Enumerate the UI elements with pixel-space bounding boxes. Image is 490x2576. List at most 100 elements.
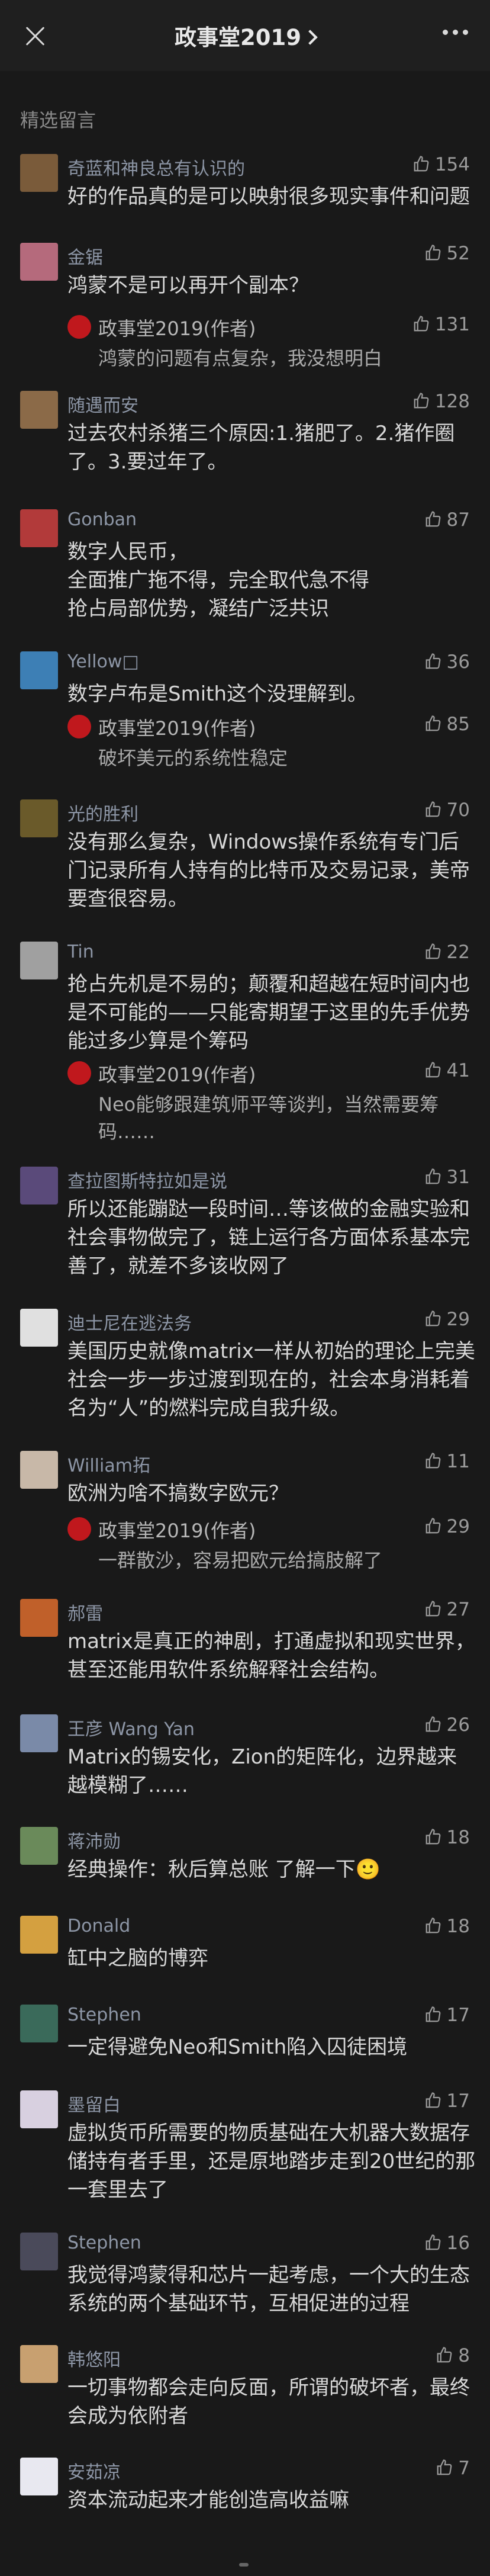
reply-like-button[interactable]: 29 (424, 1516, 470, 1537)
avatar[interactable] (20, 1451, 58, 1489)
like-button[interactable]: 17 (424, 2090, 470, 2112)
comment-text: 我觉得鸿蒙得和芯片一起考虑，一个大的生态系统的两个基础环节，互相促进的过程 (67, 2263, 470, 2315)
comment-author[interactable]: 奇蓝和神良总有认识的 (67, 154, 245, 180)
comment-text: 鸿蒙不是可以再开个副本？ (67, 274, 309, 297)
like-button[interactable]: 36 (424, 651, 470, 673)
like-button[interactable]: 70 (424, 799, 470, 821)
reply-like-button[interactable]: 41 (424, 1060, 470, 1081)
more-icon[interactable] (443, 30, 469, 37)
thumbs-up-icon (424, 510, 442, 528)
like-button[interactable]: 8 (436, 2345, 470, 2366)
like-button[interactable]: 154 (412, 154, 470, 175)
comment-author[interactable]: 郝雷 (67, 1599, 103, 1625)
thumbs-up-icon (424, 1600, 442, 1618)
avatar[interactable] (20, 1714, 58, 1752)
reply-like-count: 29 (446, 1516, 470, 1537)
avatar[interactable] (20, 1827, 58, 1865)
thumbs-up-icon (424, 1917, 442, 1935)
comment-text: 所以还能蹦跶一段时间…等该做的金融实验和社会事物做完了，链上运行各方面体系基本完… (67, 1197, 470, 1278)
comment-author[interactable]: 王彦 Wang Yan (67, 1714, 195, 1740)
like-count: 70 (446, 799, 470, 821)
thumbs-up-icon (424, 2234, 442, 2251)
comment-author[interactable]: 光的胜利 (67, 799, 138, 826)
like-button[interactable]: 29 (424, 1309, 470, 1330)
avatar[interactable] (20, 154, 58, 192)
comment-author[interactable]: 韩悠阳 (67, 2345, 121, 2371)
like-button[interactable]: 87 (424, 509, 470, 531)
reply-like-button[interactable]: 85 (424, 714, 470, 735)
author-avatar (67, 1517, 91, 1541)
thumbs-up-icon (436, 2346, 453, 2364)
comment-author[interactable]: 迪士尼在逃法务 (67, 1309, 192, 1335)
like-button[interactable]: 22 (424, 942, 470, 963)
comment-author[interactable]: 蒋沛勋 (67, 1827, 121, 1853)
avatar[interactable] (20, 799, 58, 837)
reply-like-count: 85 (446, 714, 470, 735)
reply-author: 政事堂2019(作者) (98, 317, 256, 340)
thumbs-up-icon (424, 1716, 442, 1733)
comment-author[interactable]: Tin (67, 942, 94, 962)
avatar[interactable] (20, 2090, 58, 2128)
like-button[interactable]: 11 (424, 1451, 470, 1472)
like-count: 22 (446, 942, 470, 963)
like-button[interactable]: 18 (424, 1827, 470, 1848)
thumbs-up-icon (412, 392, 430, 410)
avatar[interactable] (20, 651, 58, 689)
thumbs-up-icon (424, 1452, 442, 1470)
reply-text: Neo能够跟建筑师平等谈判，当然需要筹码…… (98, 1093, 439, 1143)
comment-author[interactable]: Stephen (67, 2233, 141, 2253)
comment-author[interactable]: 金锯 (67, 243, 103, 269)
like-button[interactable]: 18 (424, 1916, 470, 1937)
comment-author[interactable]: Donald (67, 1916, 130, 1936)
comment-text: 虚拟货币所需要的物质基础在大机器大数据存储持有者手里，还是原地踏步走到20世纪的… (67, 2121, 476, 2202)
like-button[interactable]: 17 (424, 2005, 470, 2026)
comment-author[interactable]: 查拉图斯特拉如是说 (67, 1167, 227, 1193)
chevron-right-icon (302, 30, 318, 45)
reply-author: 政事堂2019(作者) (98, 1064, 256, 1086)
avatar[interactable] (20, 1599, 58, 1637)
comment-author[interactable]: 墨留白 (67, 2090, 121, 2116)
like-button[interactable]: 16 (424, 2233, 470, 2254)
page-title[interactable]: 政事堂2019 (0, 20, 490, 52)
title-text: 政事堂2019 (175, 25, 301, 50)
comment-author[interactable]: 安茹凉 (67, 2458, 121, 2484)
comment-text: Matrix的锡安化，Zion的矩阵化，边界越来越模糊了…… (67, 1745, 457, 1797)
avatar[interactable] (20, 2458, 58, 2495)
avatar[interactable] (20, 2233, 58, 2270)
reply-like-button[interactable]: 131 (412, 314, 470, 335)
avatar[interactable] (20, 1167, 58, 1205)
comment-author[interactable]: William拓 (67, 1451, 150, 1477)
comment-author[interactable]: Stephen (67, 2005, 141, 2025)
reply-text: 鸿蒙的问题有点复杂，我没想明白 (98, 347, 383, 370)
avatar[interactable] (20, 391, 58, 429)
like-button[interactable]: 26 (424, 1714, 470, 1736)
comment-author[interactable]: 随遇而安 (67, 391, 138, 417)
thumbs-up-icon (424, 715, 442, 733)
avatar[interactable] (20, 942, 58, 979)
like-count: 8 (458, 2345, 470, 2366)
like-button[interactable]: 52 (424, 243, 470, 264)
comment-text: 抢占先机是不易的；颠覆和超越在短时间内也是不可能的——只能寄期望于这里的先手优势… (67, 972, 470, 1053)
thumbs-up-icon (424, 1061, 442, 1079)
like-count: 26 (446, 1714, 470, 1736)
comment-text: matrix是真正的神剧，打通虚拟和现实世界，甚至还能用软件系统解释社会结构。 (67, 1630, 475, 1682)
like-count: 52 (446, 243, 470, 264)
comment-text: 经典操作：秋后算总账 了解一下🙂 (67, 1858, 381, 1881)
like-count: 18 (446, 1916, 470, 1937)
avatar[interactable] (20, 2345, 58, 2383)
like-button[interactable]: 128 (412, 391, 470, 412)
avatar[interactable] (20, 2005, 58, 2042)
comment-text: 资本流动起来才能创造高收益嘛 (67, 2488, 349, 2512)
avatar[interactable] (20, 1916, 58, 1954)
like-button[interactable]: 7 (436, 2458, 470, 2479)
thumbs-up-icon (412, 155, 430, 173)
avatar[interactable] (20, 1309, 58, 1347)
avatar[interactable] (20, 509, 58, 547)
comment-author[interactable]: Gonban (67, 509, 137, 530)
thumbs-up-icon (412, 315, 430, 333)
avatar[interactable] (20, 243, 58, 281)
like-button[interactable]: 31 (424, 1167, 470, 1188)
comment-author[interactable]: Yellow□ (67, 651, 139, 672)
thumbs-up-icon (424, 2092, 442, 2109)
like-button[interactable]: 27 (424, 1599, 470, 1620)
